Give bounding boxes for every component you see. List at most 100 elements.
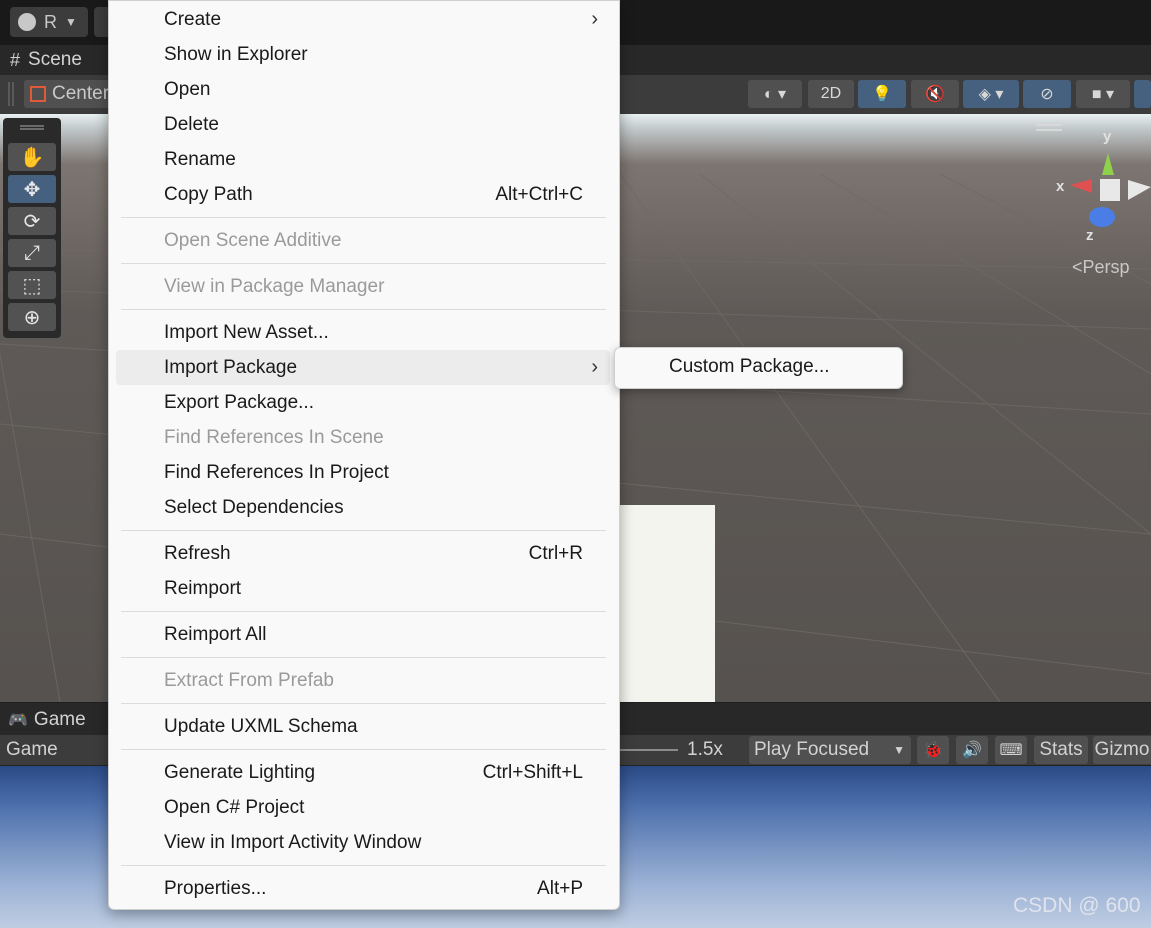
layers-icon: ◈ ▾ <box>978 86 1004 103</box>
menu-item-view-in-package-manager: View in Package Manager <box>116 269 610 304</box>
bug-icon: 🐞 <box>923 742 943 759</box>
caret-down-icon: ▼ <box>65 15 77 29</box>
account-button[interactable]: R ▼ <box>10 7 88 37</box>
menu-item-import-new-asset[interactable]: Import New Asset... <box>116 315 610 350</box>
camera-settings-button[interactable]: ■ ▾ <box>1076 80 1130 108</box>
eye-slash-icon: ⊘ <box>1040 86 1054 103</box>
frame-debugger-toggle[interactable]: 🐞 <box>917 736 949 764</box>
menu-item-show-in-explorer[interactable]: Show in Explorer <box>116 37 610 72</box>
move-tool[interactable]: ✥ <box>8 175 56 203</box>
orientation-gizmo[interactable] <box>1066 145 1151 235</box>
menu-item-generate-lighting[interactable]: Generate Lighting Ctrl+Shift+L <box>116 755 610 790</box>
pivot-center-toggle[interactable]: Center <box>24 80 114 108</box>
stats-toggle[interactable]: Stats <box>1034 736 1088 764</box>
account-label: R <box>44 11 57 32</box>
watermark: CSDN @ 600 <box>1013 894 1141 917</box>
menu-item-reimport-all[interactable]: Reimport All <box>116 617 610 652</box>
scene-visibility-toggle[interactable]: ⊘ <box>1023 80 1071 108</box>
menu-item-export-package[interactable]: Export Package... <box>116 385 610 420</box>
rotate-tool[interactable]: ⟳ <box>8 207 56 235</box>
menu-item-label: Refresh <box>164 542 231 564</box>
submenu-item-custom-package[interactable]: Custom Package... <box>669 356 830 378</box>
tab-scene-label: Scene <box>28 49 82 70</box>
menu-item-extract-from-prefab: Extract From Prefab <box>116 663 610 698</box>
toggle-2d-button[interactable]: 2D <box>808 80 854 108</box>
menu-item-update-uxml-schema[interactable]: Update UXML Schema <box>116 709 610 744</box>
shading-sphere-icon: ◐ ▾ <box>763 86 787 103</box>
menu-item-label: Open <box>164 78 211 100</box>
menu-item-create[interactable]: Create › <box>116 2 610 37</box>
chevron-right-icon: › <box>591 8 598 30</box>
menu-item-delete[interactable]: Delete <box>116 107 610 142</box>
grid-icon: # <box>10 49 21 70</box>
menu-item-open[interactable]: Open <box>116 72 610 107</box>
menu-separator <box>121 309 606 310</box>
menu-item-import-package[interactable]: Import Package › <box>116 350 610 385</box>
projection-toggle[interactable]: <Persp <box>1072 257 1130 278</box>
play-mode-dropdown[interactable]: Play Focused ▼ <box>749 736 911 764</box>
shortcuts-toggle[interactable]: ⌨ <box>995 736 1027 764</box>
menu-item-rename[interactable]: Rename <box>116 142 610 177</box>
menu-item-label: Import New Asset... <box>164 321 329 343</box>
menu-item-view-in-import-activity-window[interactable]: View in Import Activity Window <box>116 825 610 860</box>
shading-mode-button[interactable]: ◐ ▾ <box>748 80 802 108</box>
menu-item-properties[interactable]: Properties... Alt+P <box>116 871 610 906</box>
axis-x-label: x <box>1056 178 1065 195</box>
display-dropdown[interactable]: Game <box>6 739 58 761</box>
menu-item-find-references-in-project[interactable]: Find References In Project <box>116 455 610 490</box>
menu-item-label: Rename <box>164 148 236 170</box>
speaker-icon: 🔊 <box>962 742 982 759</box>
pivot-icon <box>30 86 46 102</box>
menu-separator <box>121 611 606 612</box>
menu-item-label: Delete <box>164 113 219 135</box>
camera-icon: ■ ▾ <box>1091 86 1115 103</box>
menu-item-label: Update UXML Schema <box>164 715 358 737</box>
menu-item-shortcut: Alt+P <box>537 877 583 899</box>
mute-audio-toggle[interactable]: 🔊 <box>956 736 988 764</box>
audio-toggle[interactable]: 🔇 <box>911 80 959 108</box>
menu-item-copy-path[interactable]: Copy Path Alt+Ctrl+C <box>116 177 610 212</box>
menu-item-label: Find References In Scene <box>164 426 384 448</box>
persp-label: Persp <box>1082 257 1130 277</box>
menu-item-open-scene-additive: Open Scene Additive <box>116 223 610 258</box>
menu-item-find-references-in-scene: Find References In Scene <box>116 420 610 455</box>
play-mode-label: Play Focused <box>754 739 870 760</box>
menu-item-label: Show in Explorer <box>164 43 308 65</box>
scene-cube-object[interactable] <box>618 505 715 702</box>
menu-separator <box>121 530 606 531</box>
gamepad-icon: 🎮 <box>8 712 28 729</box>
move-icon: ✥ <box>23 178 41 201</box>
user-icon <box>18 13 36 31</box>
rect-tool[interactable]: ⬚ <box>8 271 56 299</box>
menu-item-refresh[interactable]: Refresh Ctrl+R <box>116 536 610 571</box>
menu-item-label: Extract From Prefab <box>164 669 334 691</box>
scale-tool[interactable]: ⤢ <box>8 239 56 267</box>
gizmos-toggle[interactable] <box>1134 80 1151 108</box>
menu-separator <box>121 657 606 658</box>
transform-tool[interactable]: ⊕ <box>8 303 56 331</box>
chevron-right-icon: › <box>591 356 598 378</box>
menu-item-shortcut: Ctrl+Shift+L <box>482 761 583 783</box>
menu-item-reimport[interactable]: Reimport <box>116 571 610 606</box>
chevron-down-icon: ▼ <box>893 743 905 757</box>
menu-item-label: Select Dependencies <box>164 496 344 518</box>
tab-scene[interactable]: # Scene <box>0 45 110 75</box>
menu-item-open-csharp-project[interactable]: Open C# Project <box>116 790 610 825</box>
menu-item-label: Generate Lighting <box>164 761 316 783</box>
scale-slider[interactable] <box>620 749 678 751</box>
menu-item-label: Find References In Project <box>164 461 389 483</box>
gizmos-menu[interactable]: Gizmo <box>1093 736 1151 764</box>
tools-grip-icon[interactable] <box>20 125 44 130</box>
gizmo-menu-icon[interactable] <box>1036 124 1062 131</box>
menu-separator <box>121 749 606 750</box>
audio-mute-icon: 🔇 <box>925 86 945 103</box>
tab-game[interactable]: 🎮 Game <box>0 705 86 735</box>
effects-toggle[interactable]: ◈ ▾ <box>963 80 1019 108</box>
hand-tool[interactable]: ✋ <box>8 143 56 171</box>
menu-item-select-dependencies[interactable]: Select Dependencies <box>116 490 610 525</box>
menu-item-shortcut: Ctrl+R <box>528 542 583 564</box>
menu-item-label: View in Package Manager <box>164 275 385 297</box>
toolbar-grip-icon[interactable] <box>8 82 14 106</box>
lighting-toggle[interactable]: 💡 <box>858 80 906 108</box>
menu-item-label: Copy Path <box>164 183 253 205</box>
